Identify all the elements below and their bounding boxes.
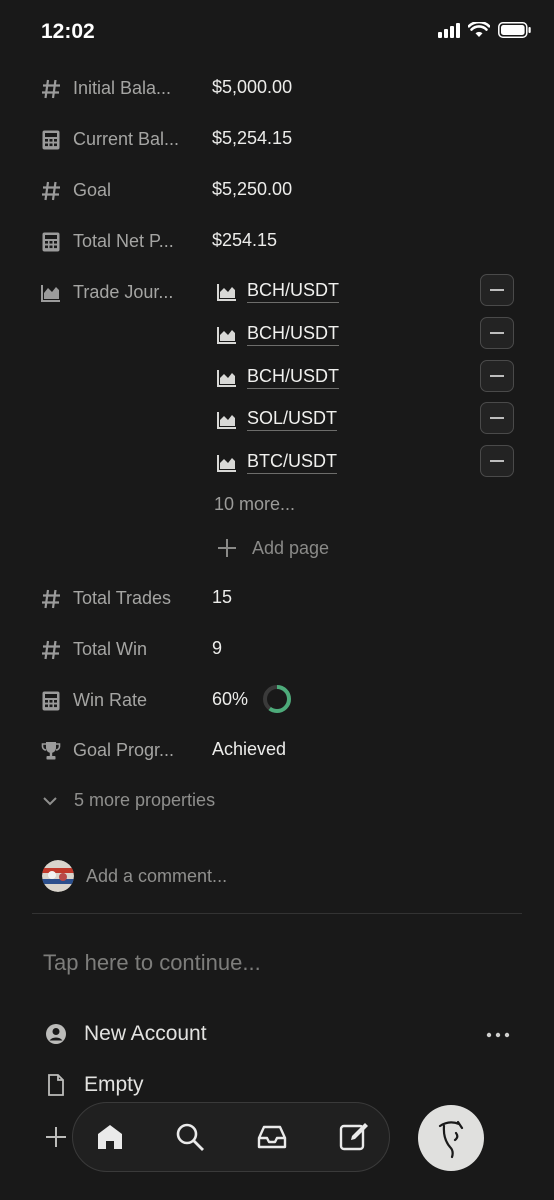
divider [32,913,522,914]
remove-relation-button[interactable] [480,360,514,392]
relation-link[interactable]: BCH/USDT [247,366,340,389]
property-value[interactable]: 9 [212,638,222,659]
relation-link[interactable]: SOL/USDT [247,408,338,431]
assistant-button[interactable] [418,1105,484,1171]
home-icon[interactable] [93,1120,127,1154]
remove-relation-button[interactable] [480,402,514,434]
remove-relation-button[interactable] [480,317,514,349]
calculator-icon [42,691,60,711]
show-more-relations-link[interactable]: 10 more... [214,494,295,515]
win-rate-progress-ring [263,685,291,713]
compose-icon[interactable] [337,1120,371,1154]
relation-item[interactable]: BCH/USDT [214,360,534,394]
property-goal-progress[interactable]: Goal Progr... Achieved [0,730,554,770]
page-icon [48,1074,64,1096]
hash-icon [42,589,60,609]
property-total-win[interactable]: Total Win 9 [0,629,554,669]
inbox-icon[interactable] [255,1120,289,1154]
property-value[interactable]: $5,250.00 [212,179,292,200]
empty-row[interactable]: Empty [44,1073,144,1097]
bottom-nav [72,1102,390,1172]
status-icons [438,22,532,38]
ai-face-icon [438,1120,464,1159]
property-initial-balance[interactable]: Initial Bala... $5,000.00 [0,68,554,108]
tap-to-continue-input[interactable]: Tap here to continue... [43,950,261,976]
remove-relation-button[interactable] [480,274,514,306]
hash-icon [42,640,60,660]
property-name: Trade Jour... [73,282,174,302]
property-goal[interactable]: Goal $5,250.00 [0,170,554,210]
row-label: Empty [84,1073,144,1096]
wifi-icon [468,22,490,37]
plus-icon[interactable] [44,1125,68,1149]
trophy-icon [41,742,61,760]
hash-icon [42,79,60,99]
property-value[interactable]: Achieved [212,739,286,760]
relation-item[interactable]: BCH/USDT [214,274,534,308]
calculator-icon [42,232,60,252]
chart-icon [217,412,236,429]
property-name: Total Trades [73,588,172,608]
property-value[interactable]: $254.15 [212,230,277,251]
relation-item[interactable]: BTC/USDT [214,445,534,479]
new-account-row[interactable]: New Account [44,1022,207,1046]
property-name: Goal [73,180,112,200]
chart-icon [41,285,60,302]
chevron-down-icon [43,796,57,805]
property-name: Win Rate [73,690,148,710]
property-total-trades[interactable]: Total Trades 15 [0,578,554,618]
property-value[interactable]: 60% [212,689,248,710]
avatar [42,860,74,892]
row-label: New Account [84,1022,207,1045]
chart-icon [217,370,236,387]
property-name: Total Win [73,639,148,659]
user-circle-icon [46,1024,66,1044]
status-bar: 12:02 [0,0,554,66]
comment-placeholder: Add a comment... [86,865,228,886]
signal-icon [438,23,460,38]
property-total-net-profit[interactable]: Total Net P... $254.15 [0,221,554,261]
chart-icon [217,284,236,301]
chart-icon [217,327,236,344]
more-options-icon[interactable] [486,1030,510,1040]
property-name: Current Bal... [73,129,180,149]
property-value[interactable]: $5,000.00 [212,77,292,98]
more-properties-toggle[interactable]: 5 more properties [40,790,215,811]
plus-icon [218,539,236,557]
search-icon[interactable] [173,1120,207,1154]
comment-row[interactable]: Add a comment... [42,860,227,892]
property-name: Initial Bala... [73,78,172,98]
property-value[interactable]: $5,254.15 [212,128,292,149]
property-current-balance[interactable]: Current Bal... $5,254.15 [0,119,554,159]
relation-item[interactable]: SOL/USDT [214,402,534,436]
chart-icon [217,455,236,472]
calculator-icon [42,130,60,150]
status-time: 12:02 [41,20,95,43]
property-value[interactable]: 15 [212,587,232,608]
more-properties-label: 5 more properties [74,790,216,810]
relation-item[interactable]: BCH/USDT [214,317,534,351]
add-page-button[interactable]: Add page [216,537,329,559]
relation-link[interactable]: BTC/USDT [247,451,337,474]
property-name: Goal Progr... [73,740,175,760]
add-page-label: Add page [252,537,330,558]
battery-icon [498,22,531,38]
relation-link[interactable]: BCH/USDT [247,280,340,303]
remove-relation-button[interactable] [480,445,514,477]
hash-icon [42,181,60,201]
property-name: Total Net P... [73,231,174,251]
relation-link[interactable]: BCH/USDT [247,323,340,346]
